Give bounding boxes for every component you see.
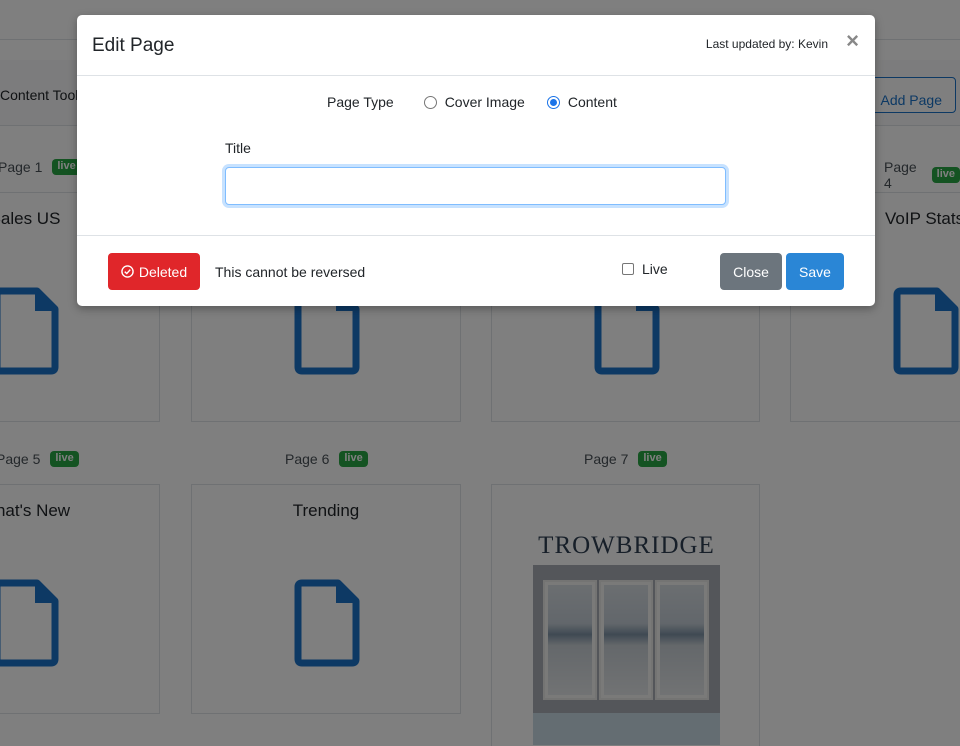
modal-footer: Deleted This cannot be reversed Live Clo…	[77, 237, 875, 306]
close-icon[interactable]: ×	[846, 30, 859, 52]
page-type-label: Page Type	[327, 94, 394, 110]
app-root: Content Tools Add Page Page 1 live Sales…	[0, 0, 960, 746]
radio-button[interactable]	[423, 95, 437, 109]
save-button[interactable]: Save	[786, 253, 844, 290]
radio-button-checked[interactable]	[546, 95, 560, 109]
last-updated-text: Last updated by: Kevin	[705, 37, 828, 51]
close-button[interactable]: Close	[720, 253, 782, 290]
live-checkbox[interactable]: Live	[622, 261, 668, 277]
title-label: Title	[225, 140, 251, 156]
checkbox[interactable]	[622, 263, 634, 275]
edit-page-modal: Edit Page Last updated by: Kevin × Page …	[77, 15, 875, 306]
deleted-button[interactable]: Deleted	[108, 253, 200, 290]
radio-content[interactable]: Content	[546, 94, 617, 110]
page-type-group: Page Type Cover Image Content	[327, 94, 639, 110]
radio-cover-image[interactable]: Cover Image	[423, 94, 525, 110]
title-input[interactable]	[225, 167, 726, 205]
modal-body: Page Type Cover Image Content Title	[77, 76, 875, 236]
check-circle-icon	[121, 265, 134, 278]
modal-header: Edit Page Last updated by: Kevin ×	[77, 15, 875, 76]
modal-title: Edit Page	[92, 35, 175, 56]
irreversible-warning: This cannot be reversed	[215, 264, 366, 280]
